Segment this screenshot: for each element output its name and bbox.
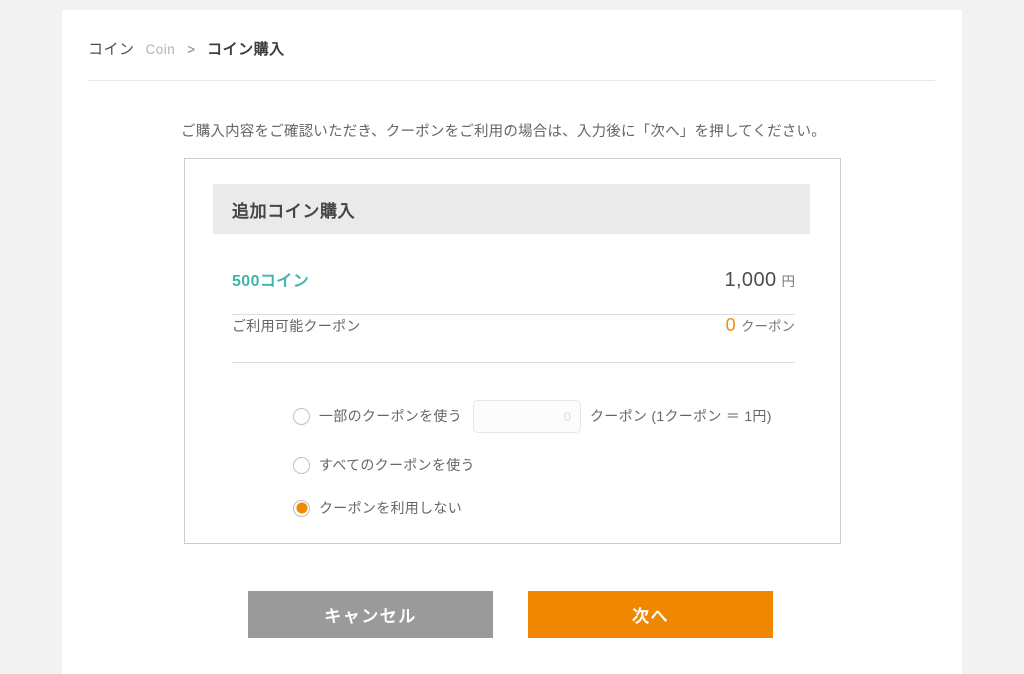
coin-price-value: 1,000: [724, 269, 777, 291]
option-row-all[interactable]: すべてのクーポンを使う: [293, 446, 772, 484]
coin-amount-label: 500コイン: [232, 273, 310, 290]
coupon-input-suffix: クーポン (1クーポン ＝ 1円): [590, 408, 772, 424]
next-button[interactable]: 次へ: [528, 591, 773, 638]
summary-rows: 500コイン 1,000 円 ご利用可能クーポン 0 クーポン: [232, 267, 795, 363]
coin-price-unit: 円: [781, 274, 796, 289]
radio-partial-coupons[interactable]: [293, 407, 310, 425]
breadcrumb: コイン Coin > コイン購入: [88, 38, 285, 59]
option-row-partial[interactable]: 一部のクーポンを使う クーポン (1クーポン ＝ 1円): [293, 397, 772, 435]
card-header-title: 追加コイン購入: [232, 201, 356, 221]
available-coupon-count: 0: [725, 315, 736, 335]
option-label-all: すべてのクーポンを使う: [319, 457, 475, 473]
option-row-none[interactable]: クーポンを利用しない: [293, 489, 772, 527]
instruction-text: ご購入内容をご確認いただき、クーポンをご利用の場合は、入力後に「次へ」を押してく…: [181, 124, 826, 140]
option-label-partial: 一部のクーポンを使う: [319, 408, 462, 424]
purchase-card: 追加コイン購入 500コイン 1,000 円 ご利用可能クーポン 0 クーポン: [184, 158, 841, 544]
breadcrumb-root-ja[interactable]: コイン: [88, 38, 135, 59]
summary-row-coin: 500コイン 1,000 円: [232, 267, 795, 315]
page-panel: コイン Coin > コイン購入 ご購入内容をご確認いただき、クーポンをご利用の…: [62, 10, 962, 674]
card-header: 追加コイン購入: [213, 184, 810, 234]
coupon-option-group: 一部のクーポンを使う クーポン (1クーポン ＝ 1円) すべてのクーポンを使う…: [293, 397, 772, 527]
coupon-amount-input[interactable]: [473, 399, 581, 433]
breadcrumb-current: コイン購入: [207, 41, 285, 58]
breadcrumb-root-en[interactable]: Coin: [146, 42, 176, 57]
summary-row-coupon: ご利用可能クーポン 0 クーポン: [232, 315, 795, 363]
radio-no-coupons[interactable]: [293, 499, 310, 517]
coin-price: 1,000 円: [724, 269, 795, 292]
action-buttons: キャンセル 次へ: [248, 591, 773, 638]
cancel-button[interactable]: キャンセル: [248, 591, 493, 638]
breadcrumb-separator-icon: >: [187, 42, 196, 57]
option-label-none: クーポンを利用しない: [319, 500, 462, 516]
available-coupon-unit: クーポン: [741, 319, 795, 334]
available-coupon-label: ご利用可能クーポン: [232, 318, 361, 334]
available-coupon-value: 0 クーポン: [726, 315, 795, 336]
breadcrumb-divider: [88, 80, 935, 81]
radio-all-coupons[interactable]: [293, 456, 310, 474]
